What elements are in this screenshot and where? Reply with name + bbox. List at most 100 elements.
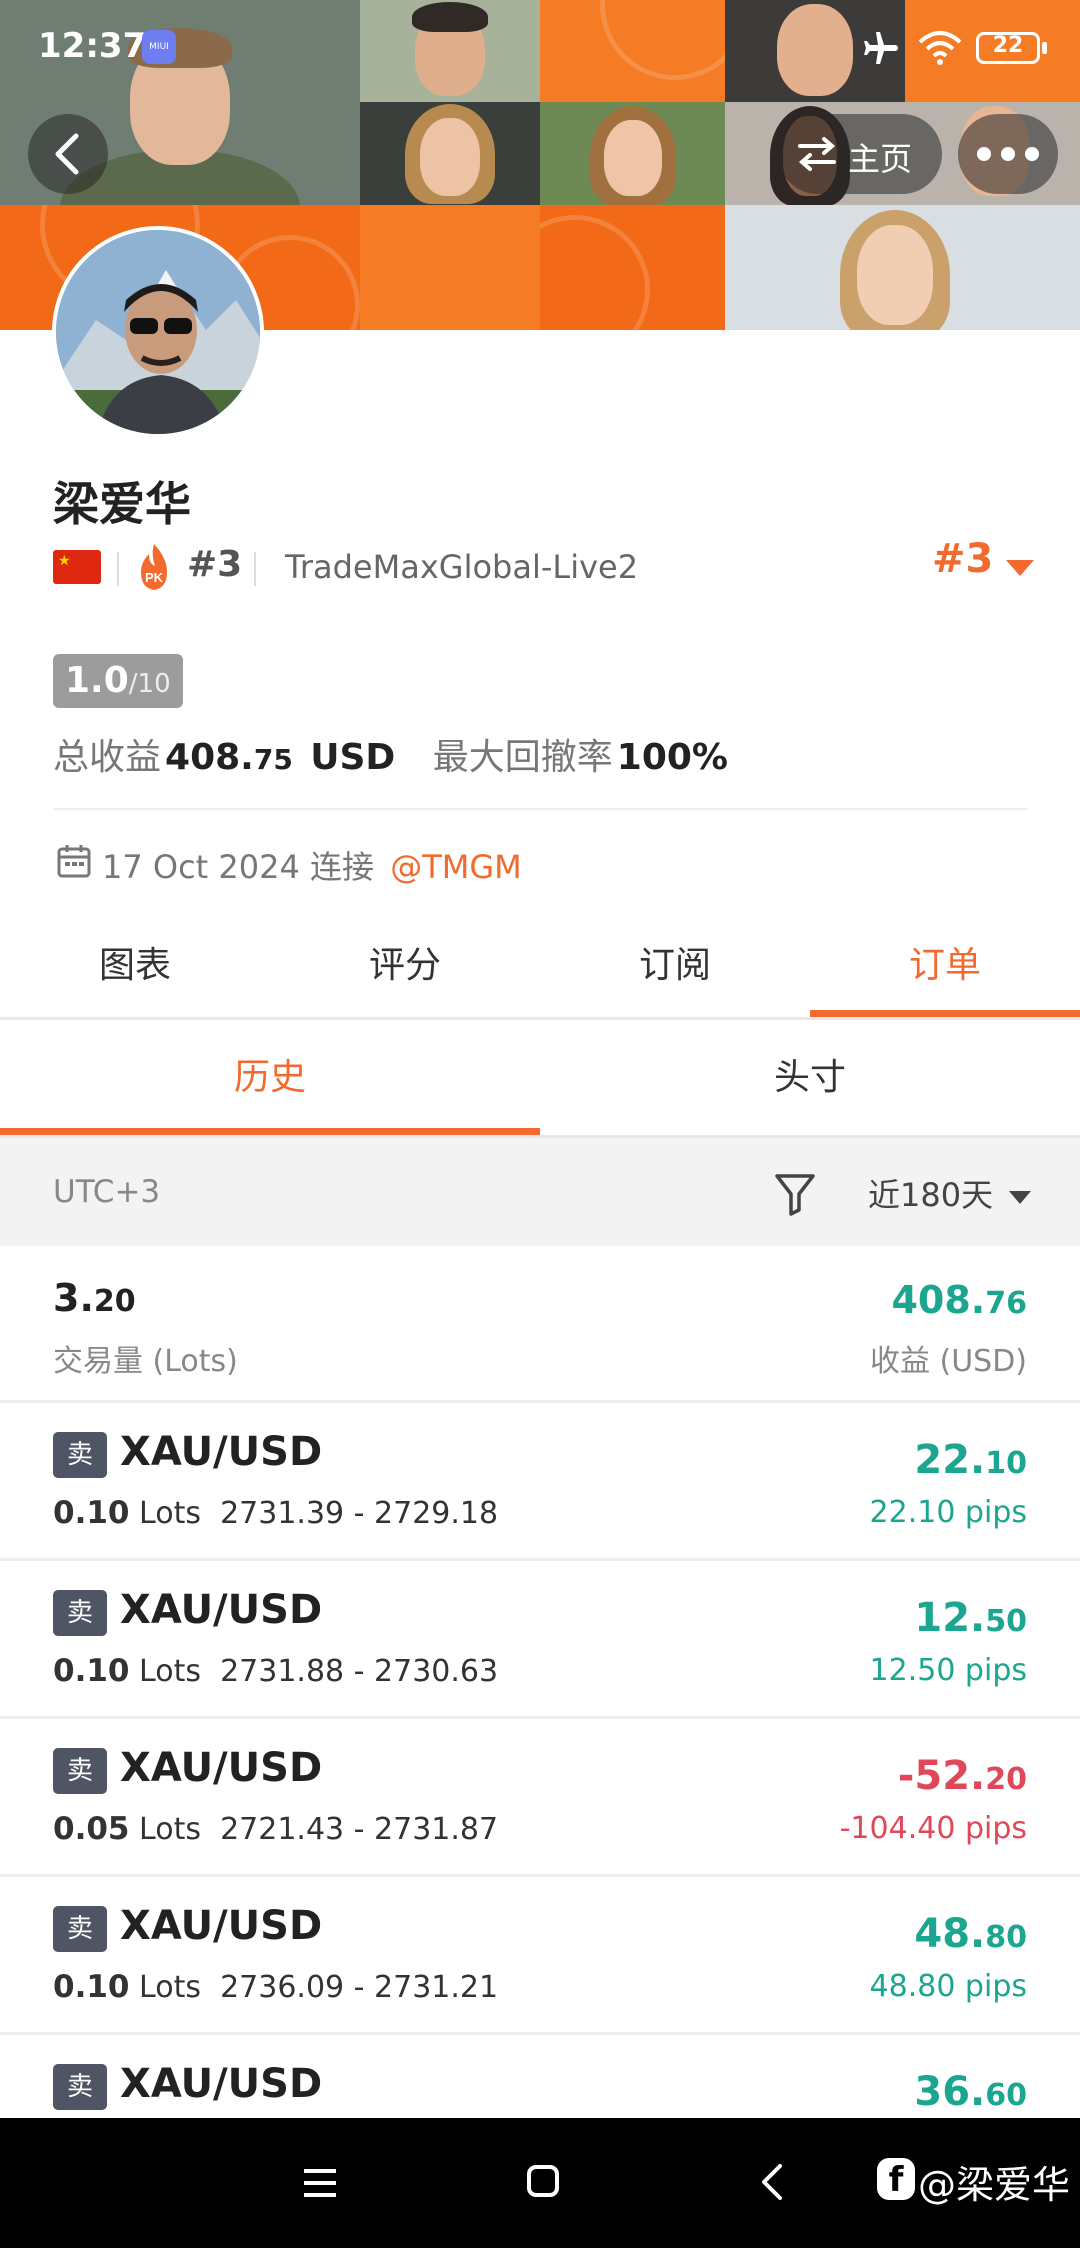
battery-tip — [1042, 42, 1047, 54]
caret-down-icon — [1009, 1190, 1032, 1204]
china-flag-icon: ★ — [53, 550, 101, 584]
svg-text:PK: PK — [145, 570, 164, 585]
volume-value: 3.20 — [53, 1276, 136, 1320]
filter-icon[interactable] — [774, 1172, 816, 1216]
total-profit-value: 408. — [165, 737, 254, 778]
tab-orders[interactable]: 订单 — [810, 938, 1080, 1018]
order-details: 0.10 Lots 2731.88 - 2730.63 — [53, 1653, 499, 1689]
miui-icon: MIUI — [142, 30, 176, 64]
order-pips: 12.50 pips — [869, 1653, 1027, 1688]
order-row[interactable]: 卖 XAU/USD 0.05 Lots 2721.43 - 2731.87 -5… — [0, 1719, 1080, 1877]
total-profit-value: 408.76 — [891, 1278, 1027, 1322]
divider — [0, 1017, 1080, 1020]
order-details: 0.10 Lots 2731.39 - 2729.18 — [53, 1495, 499, 1531]
more-button[interactable] — [958, 114, 1058, 194]
profile-name: 梁爱华 — [53, 477, 191, 531]
volume-label: 交易量 (Lots) — [53, 1344, 238, 1379]
total-profit-label: 总收益 — [53, 737, 162, 778]
order-symbol: XAU/USD — [120, 1429, 323, 1475]
sell-badge: 卖 — [53, 1590, 107, 1636]
main-tabs: 图表 评分 订阅 订单 — [0, 938, 1080, 1018]
sell-badge: 卖 — [53, 1748, 107, 1794]
order-row[interactable]: 卖 XAU/USD 0.10 Lots 2731.88 - 2730.63 12… — [0, 1561, 1080, 1719]
server-name: TradeMaxGlobal-Live2 — [285, 548, 639, 586]
back-nav-icon[interactable] — [758, 2162, 786, 2202]
sub-tabs: 历史 头寸 — [0, 1050, 1080, 1130]
connected-line: 17 Oct 2024 连接 @TMGM — [102, 842, 522, 888]
banner-pattern — [540, 205, 725, 330]
wifi-icon — [918, 31, 962, 65]
watermark: @梁爱华 — [918, 2163, 1071, 2207]
tab-chart[interactable]: 图表 — [0, 938, 270, 1018]
connected-date: 17 Oct 2024 — [102, 848, 300, 886]
avatar[interactable] — [52, 226, 264, 438]
period-dropdown[interactable]: 近180天 — [868, 1170, 1032, 1216]
status-time: 12:37 — [38, 26, 147, 66]
tab-rating[interactable]: 评分 — [270, 938, 540, 1018]
home-nav-icon[interactable] — [526, 2164, 560, 2198]
battery-icon: 22 — [976, 32, 1040, 64]
total-profit-unit: USD — [310, 737, 396, 778]
order-pips: -104.40 pips — [839, 1811, 1027, 1846]
max-drawdown-value: 100% — [616, 737, 728, 778]
menu-icon[interactable] — [302, 2168, 338, 2198]
order-profit: 12.50 — [914, 1595, 1027, 1641]
calendar-icon — [57, 845, 91, 878]
divider — [53, 808, 1028, 810]
order-symbol: XAU/USD — [120, 1587, 323, 1633]
system-nav-bar: f @梁爱华 — [0, 2118, 1080, 2248]
home-button[interactable]: 主页 — [778, 114, 942, 194]
home-label: 主页 — [848, 140, 913, 178]
period-label: 近180天 — [868, 1176, 994, 1214]
timezone-label: UTC+3 — [53, 1174, 161, 1210]
score-badge: 1.0/10 — [53, 654, 183, 708]
profit-label: 收益 (USD) — [869, 1344, 1027, 1379]
chevron-left-icon — [55, 133, 79, 175]
tab-history[interactable]: 历史 — [0, 1050, 540, 1130]
back-button[interactable] — [28, 114, 108, 194]
broker-link[interactable]: @TMGM — [390, 848, 522, 886]
max-drawdown-label: 最大回撤率 — [432, 737, 613, 778]
order-pips: 22.10 pips — [869, 1495, 1027, 1530]
divider — [117, 552, 119, 586]
rank-badge: #3 — [187, 544, 243, 585]
order-pips: 48.80 pips — [869, 1969, 1027, 2004]
caret-down-icon — [1006, 559, 1035, 576]
divider — [254, 552, 256, 586]
order-symbol: XAU/USD — [120, 1903, 323, 1949]
order-details: 0.10 Lots 2736.09 - 2731.21 — [53, 1969, 499, 2005]
sell-badge: 卖 — [53, 2064, 107, 2110]
more-icon — [977, 147, 1039, 161]
banner-photo — [360, 102, 540, 205]
banner-photo — [540, 102, 725, 205]
order-row[interactable]: 卖 XAU/USD 0.10 Lots 2736.09 - 2731.21 48… — [0, 1877, 1080, 2035]
banner-pattern — [360, 205, 540, 330]
sell-badge: 卖 — [53, 1906, 107, 1952]
tab-subscribe[interactable]: 订阅 — [540, 938, 810, 1018]
swap-icon — [798, 137, 836, 171]
order-profit: 48.80 — [914, 1911, 1027, 1957]
rank-dropdown[interactable]: #3 — [932, 536, 1035, 582]
facebook-icon: f — [877, 2158, 915, 2200]
status-bar: 12:37 MIUI 22 — [0, 0, 1080, 95]
banner-photo — [725, 205, 1080, 330]
order-profit: -52.20 — [897, 1753, 1027, 1799]
order-symbol: XAU/USD — [120, 1745, 323, 1791]
order-row[interactable]: 卖 XAU/USD 0.10 Lots 2731.39 - 2729.18 22… — [0, 1403, 1080, 1561]
tab-positions[interactable]: 头寸 — [540, 1050, 1080, 1130]
order-profit: 36.60 — [914, 2069, 1027, 2115]
sell-badge: 卖 — [53, 1432, 107, 1478]
filter-bar: UTC+3 近180天 — [0, 1138, 1080, 1246]
avatar-photo — [56, 230, 260, 434]
order-details: 0.05 Lots 2721.43 - 2731.87 — [53, 1811, 499, 1847]
order-symbol: XAU/USD — [120, 2061, 323, 2107]
airplane-icon — [864, 32, 898, 64]
subtab-indicator — [0, 1128, 540, 1135]
tab-indicator — [810, 1010, 1080, 1017]
pk-fire-icon: PK — [141, 544, 167, 590]
order-profit: 22.10 — [914, 1437, 1027, 1483]
connected-label: 连接 — [310, 848, 375, 886]
total-profit-value-decimals: 75 — [253, 743, 293, 776]
stats-line: 总收益 408.75 USD 最大回撤率 100% — [53, 728, 728, 780]
summary-row: 3.20 交易量 (Lots) 408.76 收益 (USD) — [0, 1246, 1080, 1403]
